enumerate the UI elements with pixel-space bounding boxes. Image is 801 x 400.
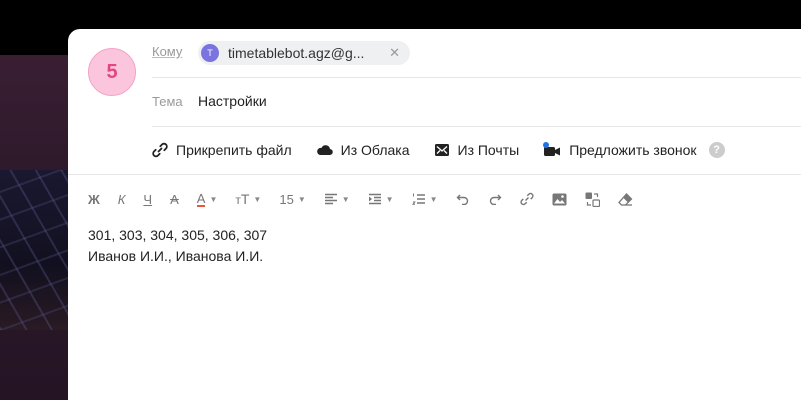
attach-file-label: Прикрепить файл [176,142,292,158]
suggest-call-button[interactable]: Предложить звонок [543,142,697,158]
font-size-icon: тТ [235,191,250,207]
formatting-toolbar: Ж К Ч А А ▼ тТ ▼ 15 ▼ ▼ ▼ ▼ [88,189,651,209]
clear-formatting-button[interactable] [617,192,633,206]
list-dropdown[interactable]: ▼ [411,193,438,205]
help-icon[interactable]: ? [708,142,725,158]
to-label[interactable]: Кому [152,44,182,59]
paperclip-icon [152,142,168,158]
video-camera-icon [543,142,561,156]
subject-label: Тема [152,94,183,109]
from-mail-label: Из Почты [457,142,520,158]
chevron-down-icon: ▼ [341,194,350,204]
remove-recipient-icon[interactable]: ✕ [389,45,400,61]
undo-button[interactable] [456,193,470,205]
eraser-icon [617,192,632,206]
translate-button[interactable] [585,192,600,207]
underline-button[interactable]: Ч [143,192,152,207]
attachment-bar: Прикрепить файл Из Облака Из Почты Предл… [152,140,725,160]
recipient-chip[interactable]: T timetablebot.agz@g... ✕ [198,41,410,65]
envelope-icon [434,144,449,156]
message-body[interactable]: 301, 303, 304, 305, 306, 307 Иванов И.И.… [88,225,267,267]
image-icon [552,193,566,205]
from-mail-button[interactable]: Из Почты [434,142,520,158]
align-dropdown[interactable]: ▼ [324,193,350,205]
font-size-dropdown[interactable]: 15 ▼ [279,192,305,207]
compose-window: 5 Кому T timetablebot.agz@g... ✕ Тема На… [68,29,801,400]
align-left-icon [324,193,337,205]
divider [152,126,801,127]
sender-avatar[interactable]: 5 [88,48,136,96]
undo-icon [456,194,468,205]
suggest-call-label: Предложить звонок [569,142,697,158]
cloud-icon [316,145,333,156]
link-icon [519,192,534,206]
attach-file-button[interactable]: Прикрепить файл [152,142,292,158]
from-cloud-button[interactable]: Из Облака [316,142,410,158]
indent-dropdown[interactable]: ▼ [368,193,394,205]
bold-button[interactable]: Ж [88,192,100,207]
chevron-down-icon: ▼ [297,194,306,204]
redo-button[interactable] [488,193,502,205]
translate-icon [585,192,600,207]
font-size-value: 15 [279,191,294,207]
redo-icon [489,194,501,205]
chevron-down-icon: ▼ [429,194,438,204]
from-cloud-label: Из Облака [340,142,410,158]
divider [152,77,801,78]
font-family-dropdown[interactable]: тТ ▼ [235,191,261,207]
text-color-icon: А [196,190,206,207]
chevron-down-icon: ▼ [209,194,218,204]
indent-icon [368,193,381,205]
body-line: Иванов И.И., Иванова И.И. [88,248,264,264]
recipient-avatar: T [201,44,219,62]
italic-button[interactable]: К [118,192,126,207]
numbered-list-icon [411,193,425,205]
chevron-down-icon: ▼ [385,194,394,204]
body-line: 301, 303, 304, 305, 306, 307 [88,227,268,243]
strikethrough-button[interactable]: А [170,192,179,207]
chevron-down-icon: ▼ [253,194,262,204]
insert-image-button[interactable] [552,193,567,206]
insert-link-button[interactable] [519,192,534,206]
recipient-email: timetablebot.agz@g... [228,45,365,61]
text-color-dropdown[interactable]: А ▼ [196,190,218,207]
divider [68,174,801,175]
subject-input[interactable]: Настройки [198,93,267,109]
